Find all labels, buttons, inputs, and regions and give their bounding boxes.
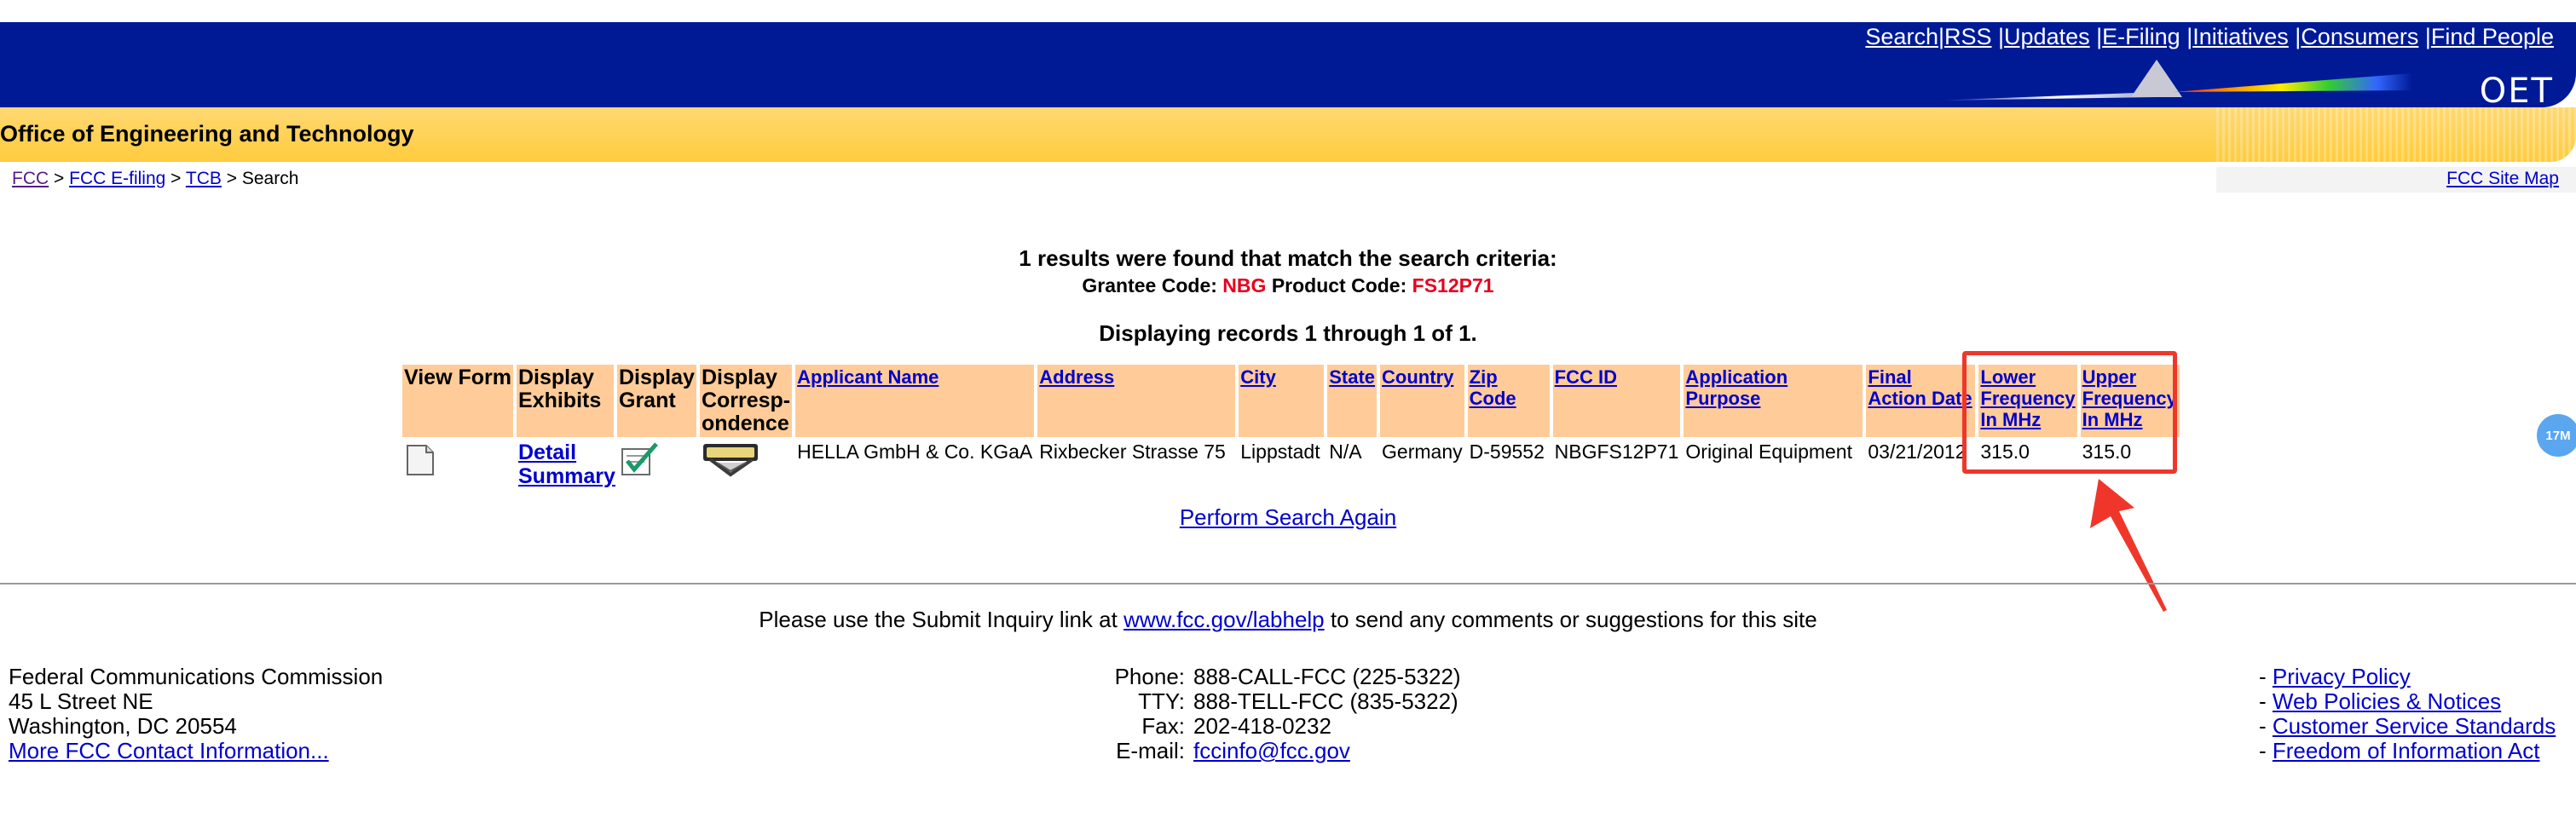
frequency-highlight-box (1962, 351, 2177, 474)
email-link[interactable]: fccinfo@fcc.gov (1193, 739, 1350, 763)
col-display-grant: Display Grant (617, 365, 696, 437)
breadcrumb-tcb-link[interactable]: TCB (186, 169, 222, 188)
application-purpose-cell: Original Equipment (1685, 441, 1852, 463)
exhibits-cell: Detail Summary (517, 437, 615, 492)
tty-label: TTY: (1138, 688, 1185, 714)
inquiry-text: Please use the Submit Inquiry link at ww… (0, 607, 2576, 633)
privacy-policy-link[interactable]: Privacy Policy (2273, 664, 2411, 689)
final-action-date-cell: 03/21/2012 (1868, 441, 1967, 463)
table-row: Detail Summary HELLA GmbH & Co. KGaA Rix… (402, 437, 2180, 492)
fax-label: Fax: (1141, 713, 1185, 739)
tty-value: 888-TELL-FCC (835-5322) (1193, 688, 1458, 714)
grantee-code: NBG (1222, 274, 1267, 297)
web-policies-link[interactable]: Web Policies & Notices (2273, 688, 2501, 714)
sort-application-purpose-link[interactable]: Application Purpose (1685, 366, 1788, 409)
grant-cell (617, 437, 696, 492)
breadcrumb: FCC > FCC E-filing > TCB > Search (12, 169, 298, 189)
col-display-exhibits: Display Exhibits (517, 365, 614, 437)
phone-value: 888-CALL-FCC (225-5322) (1193, 664, 1461, 689)
floating-badge[interactable]: 17M (2537, 414, 2576, 457)
breadcrumb-efiling-link[interactable]: FCC E-filing (69, 169, 165, 188)
nav-find-people-link[interactable]: Find People (2431, 24, 2554, 49)
zip-code-cell: D-59552 (1469, 441, 1545, 463)
sort-fcc-id-link[interactable]: FCC ID (1555, 366, 1617, 388)
sort-city-link[interactable]: City (1240, 366, 1276, 388)
col-view-form: View Form (402, 365, 513, 437)
breadcrumb-separator: > (226, 169, 237, 188)
nav-efiling-link[interactable]: E-Filing (2102, 24, 2180, 49)
nav-rss-link[interactable]: RSS (1944, 24, 1992, 49)
country-cell: Germany (1382, 441, 1463, 463)
address-line: Washington, DC 20554 (9, 713, 237, 739)
col-display-correspondence: Display Corresp-ondence (699, 365, 793, 437)
divider (0, 583, 2576, 584)
applicant-name-cell: HELLA GmbH & Co. KGaA (797, 441, 1033, 463)
fcc-id-cell: NBGFS12P71 (1554, 441, 1679, 463)
inquiry-before-text: Please use the Submit Inquiry link at (759, 607, 1118, 632)
inquiry-after-text: to send any comments or suggestions for … (1330, 607, 1817, 632)
table-header-row: View Form Display Exhibits Display Grant… (402, 365, 2180, 437)
nav-updates-link[interactable]: Updates (2004, 24, 2090, 49)
results-table: View Form Display Exhibits Display Grant… (399, 365, 2183, 492)
state-cell: N/A (1329, 441, 1362, 463)
city-cell: Lippstadt (1240, 441, 1320, 463)
office-title: Office of Engineering and Technology (0, 121, 414, 147)
displaying-records-text: Displaying records 1 through 1 of 1. (1099, 320, 1477, 346)
oet-logo-text: OET (2479, 72, 2554, 107)
footer-contact: Phone: 888-CALL-FCC (225-5322) TTY: 888-TE… (1108, 665, 1461, 763)
phone-label: Phone: (1114, 664, 1185, 689)
breadcrumb-bar: FCC > FCC E-filing > TCB > Search FCC Si… (0, 167, 2576, 193)
email-label: E-mail: (1116, 738, 1185, 763)
results-found-text: 1 results were found that match the sear… (1019, 245, 1557, 271)
grantee-label: Grantee Code: (1082, 274, 1217, 297)
sort-address-link[interactable]: Address (1039, 366, 1114, 388)
address-cell: Rixbecker Strasse 75 (1039, 441, 1226, 463)
fax-value: 202-418-0232 (1193, 713, 1331, 739)
perform-search-again-link[interactable]: Perform Search Again (1180, 504, 1396, 530)
nav-consumers-link[interactable]: Consumers (2301, 24, 2418, 49)
document-icon[interactable] (404, 441, 438, 478)
footer-address: Federal Communications Commission 45 L S… (9, 665, 383, 763)
search-again-row: Perform Search Again (0, 504, 2576, 531)
labhelp-link[interactable]: www.fcc.gov/labhelp (1123, 607, 1325, 632)
correspondence-cell (700, 437, 792, 492)
address-line: 45 L Street NE (9, 688, 153, 714)
sort-state-link[interactable]: State (1329, 366, 1375, 388)
search-criteria: Grantee Code: NBG Product Code: FS12P71 (0, 274, 2576, 297)
more-contact-info-link[interactable]: More FCC Contact Information... (9, 738, 329, 763)
correspondence-handshake-icon[interactable] (702, 441, 761, 478)
foia-link[interactable]: Freedom of Information Act (2273, 738, 2540, 763)
footer-policy-links: - Privacy Policy - Web Policies & Notice… (2259, 664, 2556, 763)
nav-initiatives-link[interactable]: Initiatives (2192, 24, 2289, 49)
breadcrumb-current: Search (241, 169, 299, 188)
top-nav: Search|RSS |Updates |E-Filing |Initiativ… (1865, 24, 2554, 49)
breadcrumb-fcc-link[interactable]: FCC (12, 169, 49, 188)
sort-zip-code-link[interactable]: Zip Code (1470, 366, 1516, 409)
site-map-link[interactable]: FCC Site Map (2446, 169, 2559, 189)
detail-summary-link[interactable]: Detail Summary (518, 441, 615, 488)
breadcrumb-separator: > (54, 169, 65, 188)
sort-country-link[interactable]: Country (1382, 366, 1453, 388)
address-line: Federal Communications Commission (9, 664, 384, 689)
sort-final-action-date-link[interactable]: Final Action Date (1868, 366, 1972, 409)
sort-applicant-name-link[interactable]: Applicant Name (797, 366, 939, 388)
view-form-cell (402, 437, 513, 492)
nav-search-link[interactable]: Search (1865, 24, 1938, 49)
product-code: FS12P71 (1412, 274, 1494, 297)
spectrum-logo-art (1935, 60, 2412, 101)
grant-checkmark-icon[interactable] (619, 441, 661, 478)
breadcrumb-separator: > (170, 169, 182, 188)
product-label: Product Code: (1271, 274, 1407, 297)
header-banner: Search|RSS |Updates |E-Filing |Initiativ… (0, 22, 2576, 107)
customer-service-standards-link[interactable]: Customer Service Standards (2273, 713, 2556, 739)
red-arrow-annotation (2090, 479, 2167, 612)
